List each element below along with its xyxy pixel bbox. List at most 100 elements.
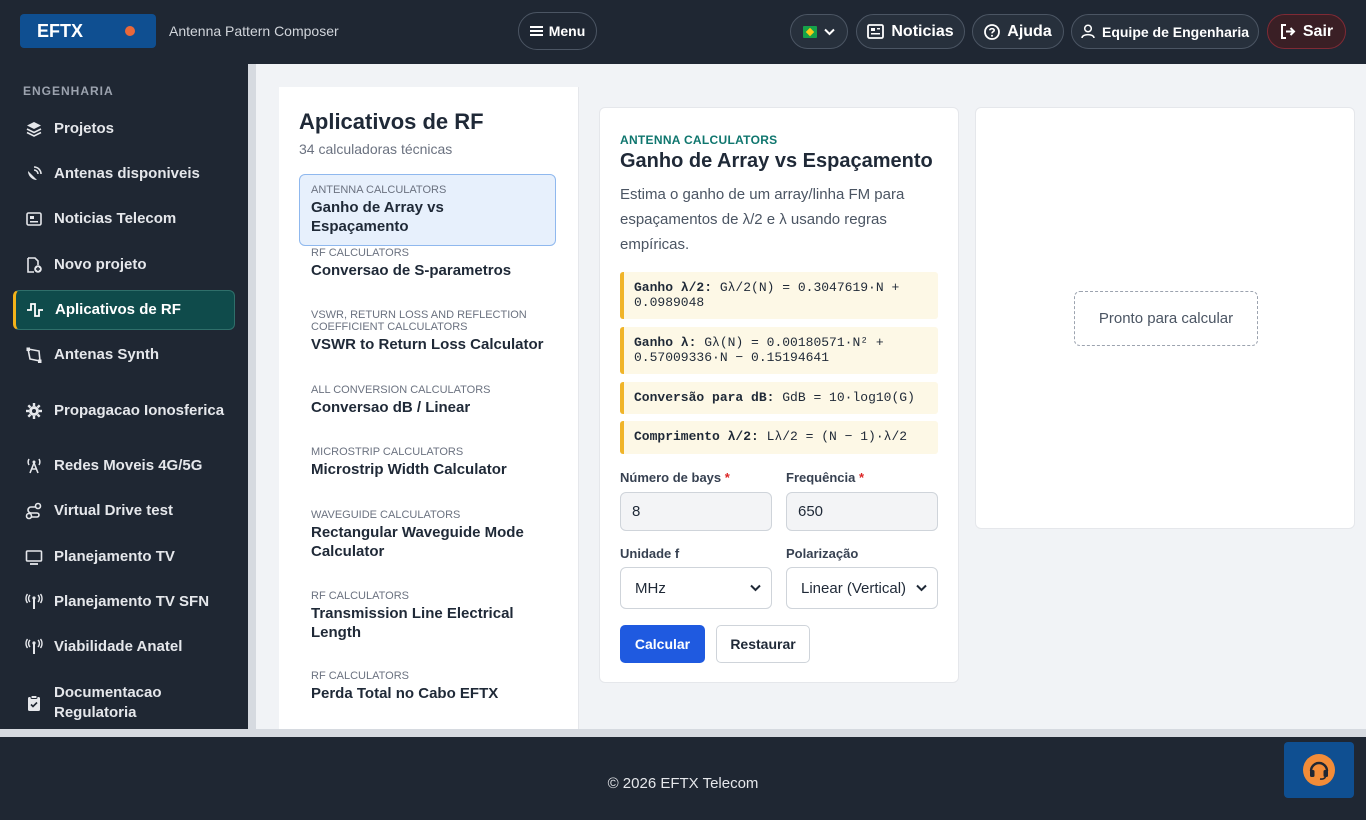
formula-expression: Lλ/2 = (N − 1)·λ/2: [766, 429, 908, 444]
calculator-item[interactable]: ALL CONVERSION CALCULATORS Conversao dB …: [299, 374, 556, 427]
pulse-wave-icon: [25, 301, 44, 320]
satellite-dish-icon: [24, 165, 43, 184]
calculator-name: Microstrip Width Calculator: [311, 461, 507, 478]
calculator-item[interactable]: WAVEGUIDE CALCULATORS Rectangular Wavegu…: [299, 499, 556, 571]
footer: © 2026 EFTX Telecom: [0, 737, 1366, 820]
calculator-category: ALL CONVERSION CALCULATORS: [311, 384, 491, 396]
copyright-text: © 2026 EFTX Telecom: [607, 775, 759, 792]
top-bar: EFTX Antenna Pattern Composer Menu Notic…: [0, 0, 1366, 64]
list-title: Aplicativos de RF: [299, 109, 484, 134]
menu-button[interactable]: Menu: [518, 12, 597, 50]
horizontal-scrollbar[interactable]: [0, 729, 1366, 737]
unit-select[interactable]: MHz: [620, 567, 772, 609]
route-icon: [24, 502, 43, 521]
formula-length: Comprimento λ/2: Lλ/2 = (N − 1)·λ/2: [620, 421, 938, 454]
sidebar-item-label: Viabilidade Anatel: [54, 638, 183, 655]
headset-icon: [1303, 754, 1335, 786]
sidebar-item-label: Virtual Drive test: [54, 502, 173, 519]
brand-logo[interactable]: EFTX: [20, 14, 156, 48]
calculator-category: RF CALCULATORS: [311, 590, 410, 602]
formula-gain-lambda: Ganho λ: Gλ(N) = 0.00180571·N² + 0.57009…: [620, 327, 938, 374]
calculator-category: ANTENNA CALCULATORS: [311, 184, 447, 196]
sidebar-scroll-edge[interactable]: [248, 64, 256, 729]
brand-name: EFTX: [37, 21, 84, 41]
layers-icon: [24, 120, 43, 139]
formula-gain-half-lambda: Ganho λ/2: Gλ/2(N) = 0.3047619·N + 0.098…: [620, 272, 938, 319]
sidebar-item-antenas-disponiveis[interactable]: Antenas disponiveis: [13, 162, 235, 186]
clipboard-check-icon: [24, 694, 43, 713]
broadcast-tower-icon: [24, 593, 43, 612]
sidebar-item-label: Antenas disponiveis: [54, 165, 200, 182]
form-title: Ganho de Array vs Espaçamento: [620, 150, 933, 172]
sidebar-item-aplicativos-rf[interactable]: Aplicativos de RF: [13, 290, 235, 330]
help-button[interactable]: Ajuda: [972, 14, 1064, 49]
news-label: Noticias: [891, 22, 954, 40]
support-chat-button[interactable]: [1284, 742, 1354, 798]
calculate-button[interactable]: Calcular: [620, 625, 705, 663]
hamburger-icon: [529, 26, 543, 36]
team-label: Equipe de Engenharia: [1101, 23, 1250, 40]
sidebar-item-label: Projetos: [54, 120, 115, 137]
calculator-name: VSWR to Return Loss Calculator: [311, 336, 544, 353]
sidebar-item-noticias-telecom[interactable]: Noticias Telecom: [13, 207, 235, 231]
sidebar-item-planejamento-tv-sfn[interactable]: Planejamento TV SFN: [13, 590, 235, 614]
calculator-item[interactable]: RF CALCULATORS Transmission Line Electri…: [299, 580, 556, 652]
broadcast-tower-icon: [24, 638, 43, 657]
sidebar-item-novo-projeto[interactable]: Novo projeto: [13, 253, 235, 277]
language-select[interactable]: [790, 14, 848, 49]
calculator-form-card: ANTENNA CALCULATORS Ganho de Array vs Es…: [599, 107, 959, 683]
calculator-category: WAVEGUIDE CALCULATORS: [311, 509, 461, 521]
logout-button[interactable]: Sair: [1267, 14, 1346, 49]
formula-label: Conversão para dB:: [634, 390, 775, 405]
sidebar-item-label: Aplicativos de RF: [55, 301, 181, 318]
sidebar-item-label: Propagacao Ionosferica: [54, 402, 225, 419]
frequency-input[interactable]: [786, 492, 938, 531]
sidebar-item-documentacao-regulatoria[interactable]: Documentacao Regulatoria: [13, 683, 235, 723]
calculator-name: Perda Total no Cabo EFTX: [311, 685, 499, 702]
calculator-category: RF CALCULATORS: [311, 247, 410, 259]
formula-label: Comprimento λ/2:: [634, 429, 759, 444]
polarization-select[interactable]: Linear (Vertical): [786, 567, 938, 609]
calculator-item[interactable]: RF CALCULATORS Conversao de S-parametros: [299, 237, 556, 290]
logout-icon: [1280, 24, 1296, 39]
form-description: Estima o ganho de um array/linha FM para…: [620, 186, 905, 253]
polarization-label: Polarização: [786, 546, 859, 561]
gear-icon: [24, 402, 43, 421]
sidebar-item-label: Redes Moveis 4G/5G: [54, 457, 203, 474]
calculator-category: VSWR, RETURN LOSS AND REFLECTION COEFFIC…: [311, 309, 527, 333]
calculator-category: RF CALCULATORS: [311, 670, 410, 682]
sidebar-item-viabilidade-anatel[interactable]: Viabilidade Anatel: [13, 635, 235, 659]
sidebar-section-title: ENGENHARIA: [23, 84, 114, 98]
sidebar-item-label: Antenas Synth: [54, 346, 160, 363]
sidebar-item-redes-moveis[interactable]: Redes Moveis 4G/5G: [13, 454, 235, 478]
sidebar-item-propagacao-ionosferica[interactable]: Propagacao Ionosferica: [13, 391, 235, 431]
sidebar-item-projetos[interactable]: Projetos: [13, 117, 235, 141]
frequency-label: Frequência *: [786, 470, 864, 485]
result-card: Pronto para calcular: [975, 107, 1355, 529]
sidebar-item-label: Documentacao Regulatoria: [54, 684, 162, 721]
news-button[interactable]: Noticias: [856, 14, 965, 49]
chevron-down-icon: [916, 584, 927, 592]
sidebar-item-antenas-synth[interactable]: Antenas Synth: [13, 343, 235, 367]
calculator-item[interactable]: ANTENNA CALCULATORS Ganho de Array vs Es…: [299, 174, 556, 246]
calculator-item[interactable]: MICROSTRIP CALCULATORS Microstrip Width …: [299, 436, 556, 489]
sidebar-item-label: Noticias Telecom: [54, 210, 177, 227]
calculator-name: Ganho de Array vs Espaçamento: [311, 199, 444, 235]
chevron-down-icon: [824, 28, 835, 35]
calculator-item[interactable]: RF CALCULATORS Perda Total no Cabo EFTX: [299, 660, 556, 713]
calculator-name: Rectangular Waveguide Mode Calculator: [311, 524, 524, 560]
ready-placeholder: Pronto para calcular: [1074, 291, 1258, 346]
bays-input[interactable]: [620, 492, 772, 531]
calculator-category: MICROSTRIP CALCULATORS: [311, 446, 464, 458]
calculator-item[interactable]: VSWR, RETURN LOSS AND REFLECTION COEFFIC…: [299, 299, 556, 364]
sidebar-item-virtual-drive-test[interactable]: Virtual Drive test: [13, 499, 235, 523]
menu-label: Menu: [548, 23, 586, 39]
chevron-down-icon: [750, 584, 761, 592]
formula-db-conversion: Conversão para dB: GdB = 10·log10(G): [620, 382, 938, 414]
calculator-name: Conversao dB / Linear: [311, 399, 471, 416]
reset-button[interactable]: Restaurar: [716, 625, 810, 663]
team-button[interactable]: Equipe de Engenharia: [1071, 14, 1259, 49]
frequency-label-text: Frequência: [786, 470, 856, 485]
sidebar-item-planejamento-tv[interactable]: Planejamento TV: [13, 545, 235, 569]
list-subtitle: 34 calculadoras técnicas: [299, 141, 453, 157]
